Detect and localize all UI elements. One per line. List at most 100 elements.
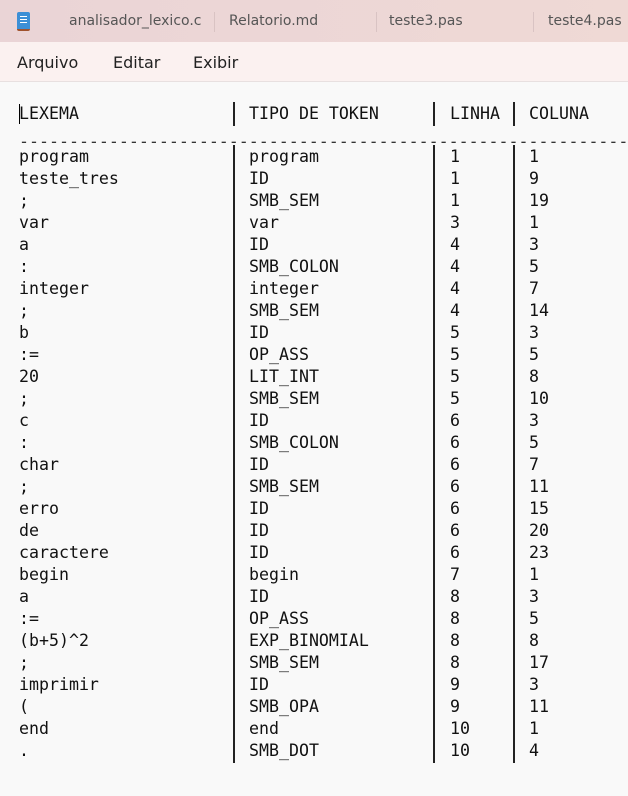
table-row: end end 10 1 <box>0 717 628 741</box>
cell-token-type: begin <box>249 565 299 584</box>
cell-column: 11 <box>529 477 549 496</box>
tab-divider <box>376 12 377 32</box>
column-divider <box>513 607 515 631</box>
cell-token-type: ID <box>249 587 269 606</box>
cell-lexeme: := <box>19 609 39 628</box>
cell-column: 8 <box>529 367 539 386</box>
column-divider <box>233 299 235 323</box>
cell-line: 5 <box>450 367 460 386</box>
table-row: ; SMB_SEM 8 17 <box>0 651 628 675</box>
cell-column: 8 <box>529 631 539 650</box>
column-divider <box>233 695 235 719</box>
cell-line: 6 <box>450 433 460 452</box>
tab-analisador-lexico[interactable]: analisador_lexico.c <box>69 13 202 29</box>
header-line: LINHA <box>450 104 500 123</box>
column-divider <box>233 211 235 235</box>
cell-token-type: SMB_SEM <box>249 477 319 496</box>
table-header: LEXEMA TIPO DE TOKEN LINHA COLUNA <box>0 102 628 126</box>
table-row: a ID 8 3 <box>0 585 628 609</box>
column-divider <box>513 541 515 565</box>
cell-line: 10 <box>450 741 470 760</box>
column-divider <box>433 475 435 499</box>
cell-token-type: EXP_BINOMIAL <box>249 631 369 650</box>
title-bar: analisador_lexico.c Relatorio.md teste3.… <box>0 0 628 42</box>
cell-token-type: ID <box>249 455 269 474</box>
table-row: := OP_ASS 5 5 <box>0 343 628 367</box>
table-row: ; SMB_SEM 4 14 <box>0 299 628 323</box>
cell-column: 23 <box>529 543 549 562</box>
column-divider <box>433 541 435 565</box>
table-row: ; SMB_SEM 6 11 <box>0 475 628 499</box>
column-divider <box>233 563 235 587</box>
tab-relatorio[interactable]: Relatorio.md <box>229 13 318 29</box>
cell-column: 1 <box>529 719 539 738</box>
cell-token-type: integer <box>249 279 319 298</box>
column-divider <box>233 145 235 169</box>
cell-lexeme: c <box>19 411 29 430</box>
menu-file[interactable]: Arquivo <box>17 53 78 72</box>
cell-column: 14 <box>529 301 549 320</box>
column-divider <box>513 475 515 499</box>
column-divider <box>233 585 235 609</box>
cell-lexeme: imprimir <box>19 675 99 694</box>
cell-column: 5 <box>529 433 539 452</box>
column-divider <box>513 277 515 301</box>
cell-token-type: ID <box>249 235 269 254</box>
column-divider <box>513 673 515 697</box>
cell-column: 5 <box>529 345 539 364</box>
cell-column: 9 <box>529 169 539 188</box>
tab-teste4[interactable]: teste4.pas <box>548 13 622 29</box>
column-divider <box>433 695 435 719</box>
cell-token-type: end <box>249 719 279 738</box>
cell-line: 8 <box>450 609 460 628</box>
cell-lexeme: b <box>19 323 29 342</box>
column-divider <box>513 453 515 477</box>
column-divider <box>433 299 435 323</box>
column-divider <box>433 585 435 609</box>
cell-token-type: SMB_SEM <box>249 389 319 408</box>
table-row: a ID 4 3 <box>0 233 628 257</box>
cell-lexeme: ; <box>19 389 29 408</box>
cell-token-type: ID <box>249 543 269 562</box>
table-row: caractere ID 6 23 <box>0 541 628 565</box>
tab-divider <box>214 12 215 32</box>
column-divider <box>433 255 435 279</box>
column-divider <box>513 102 515 126</box>
cell-lexeme: : <box>19 433 29 452</box>
column-divider <box>433 431 435 455</box>
table-row: de ID 6 20 <box>0 519 628 543</box>
cell-column: 1 <box>529 147 539 166</box>
menu-view[interactable]: Exibir <box>193 53 238 72</box>
cell-lexeme: erro <box>19 499 59 518</box>
cell-line: 10 <box>450 719 470 738</box>
cell-token-type: ID <box>249 675 269 694</box>
cell-line: 6 <box>450 543 460 562</box>
column-divider <box>513 343 515 367</box>
cell-token-type: LIT_INT <box>249 367 319 386</box>
column-divider <box>233 651 235 675</box>
text-editor[interactable]: ----------------------------------------… <box>0 82 628 796</box>
cell-token-type: program <box>249 147 319 166</box>
cell-lexeme: a <box>19 587 29 606</box>
table-row: var var 3 1 <box>0 211 628 235</box>
cell-line: 3 <box>450 213 460 232</box>
column-divider <box>433 365 435 389</box>
cell-lexeme: var <box>19 213 49 232</box>
cell-token-type: var <box>249 213 279 232</box>
tab-teste3[interactable]: teste3.pas <box>389 13 463 29</box>
cell-line: 4 <box>450 235 460 254</box>
menu-edit[interactable]: Editar <box>113 53 160 72</box>
column-divider <box>513 739 515 763</box>
cell-line: 5 <box>450 389 460 408</box>
cell-column: 5 <box>529 257 539 276</box>
column-divider <box>513 321 515 345</box>
cell-column: 4 <box>529 741 539 760</box>
table-row: (SMB_OPA 9 11 <box>0 695 628 719</box>
cell-column: 3 <box>529 235 539 254</box>
cell-lexeme: integer <box>19 279 89 298</box>
column-divider <box>233 519 235 543</box>
header-lexeme: LEXEMA <box>19 104 79 123</box>
table-row: c ID 6 3 <box>0 409 628 433</box>
column-divider <box>233 673 235 697</box>
notepad-icon <box>17 12 30 31</box>
